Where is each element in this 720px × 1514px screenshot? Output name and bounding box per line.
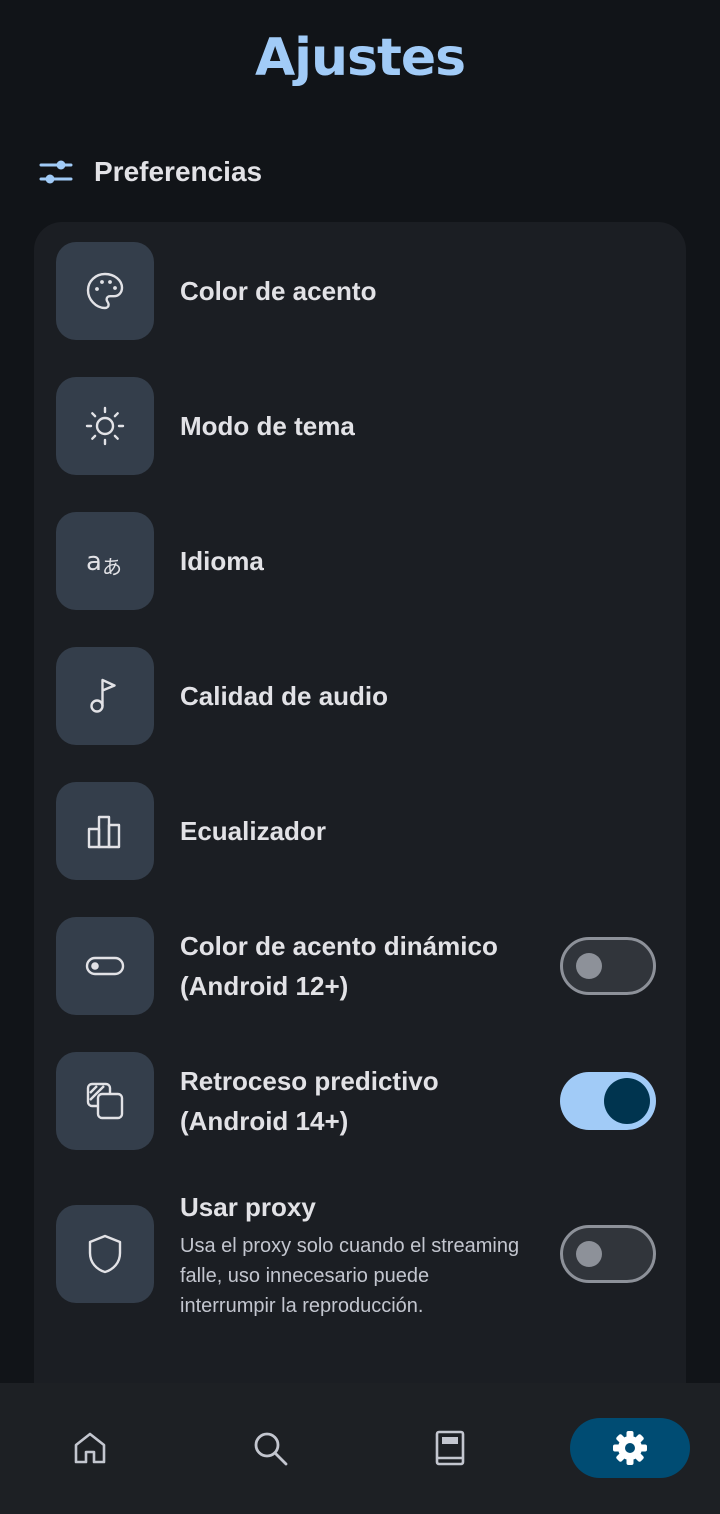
icon-container [56,917,154,1015]
icon-container [56,782,154,880]
bar-chart-icon [87,815,121,849]
tune-icon [39,160,73,184]
icon-container [56,377,154,475]
dynamic-accent-switch[interactable] [560,937,656,995]
music-note-icon [90,678,116,713]
shield-icon [88,1234,122,1274]
settings-item-use-proxy[interactable]: Usar proxy Usa el proxy solo cuando el s… [56,1187,666,1321]
icon-container [56,1052,154,1150]
search-icon [254,1432,288,1466]
switch-knob [576,953,602,979]
settings-gear-icon [613,1431,647,1465]
switch-knob [576,1241,602,1267]
layers-icon [86,1082,124,1120]
item-title: Color de acento [180,276,377,306]
item-title: Calidad de audio [180,681,389,711]
item-title: Usar proxy [180,1192,316,1222]
nav-home[interactable] [70,1418,110,1478]
item-title: Ecualizador [180,816,326,846]
item-title-line2: (Android 14+) [180,1106,349,1136]
settings-item-equalizer[interactable]: Ecualizador [56,782,666,880]
item-title: Modo de tema [180,411,355,441]
item-title-line1: Color de acento dinámico [180,931,498,961]
settings-item-dynamic-accent[interactable]: Color de acento dinámico (Android 12+) [56,917,666,1015]
settings-item-theme-mode[interactable]: Modo de tema [56,377,666,475]
settings-item-predictive-back[interactable]: Retroceso predictivo (Android 14+) [56,1052,666,1150]
library-icon [435,1430,465,1466]
palette-icon [86,272,124,310]
item-title-line1: Retroceso predictivo [180,1066,439,1096]
section-header-preferences: Preferencias [38,150,262,194]
icon-container [56,1205,154,1303]
settings-item-audio-quality[interactable]: Calidad de audio [56,647,666,745]
use-proxy-switch[interactable] [560,1225,656,1283]
item-subtitle: Usa el proxy solo cuando el streaming fa… [180,1235,520,1317]
settings-item-accent-color[interactable]: Color de acento [56,242,666,340]
section-label: Preferencias [94,156,263,187]
home-icon [74,1432,106,1464]
page-title: Ajustes [254,28,466,88]
translate-icon: a あ [86,547,122,579]
nav-search[interactable] [250,1418,290,1478]
sun-icon [85,406,125,446]
item-title-line2: (Android 12+) [180,971,349,1001]
settings-item-language[interactable]: a あ Idioma [56,512,666,610]
nav-settings[interactable] [570,1418,690,1478]
settings-screen: Ajustes Preferencias Color de acento Mod… [0,0,720,1514]
svg-text:a: a [86,547,102,577]
item-title: Idioma [180,546,264,576]
switch-knob [604,1078,650,1124]
predictive-back-switch[interactable] [560,1072,656,1130]
svg-text:あ: あ [102,555,122,579]
nav-library[interactable] [430,1418,470,1478]
toggle-icon [85,956,125,976]
icon-container [56,647,154,745]
icon-container: a あ [56,512,154,610]
bottom-navigation [0,1383,720,1514]
icon-container [56,242,154,340]
